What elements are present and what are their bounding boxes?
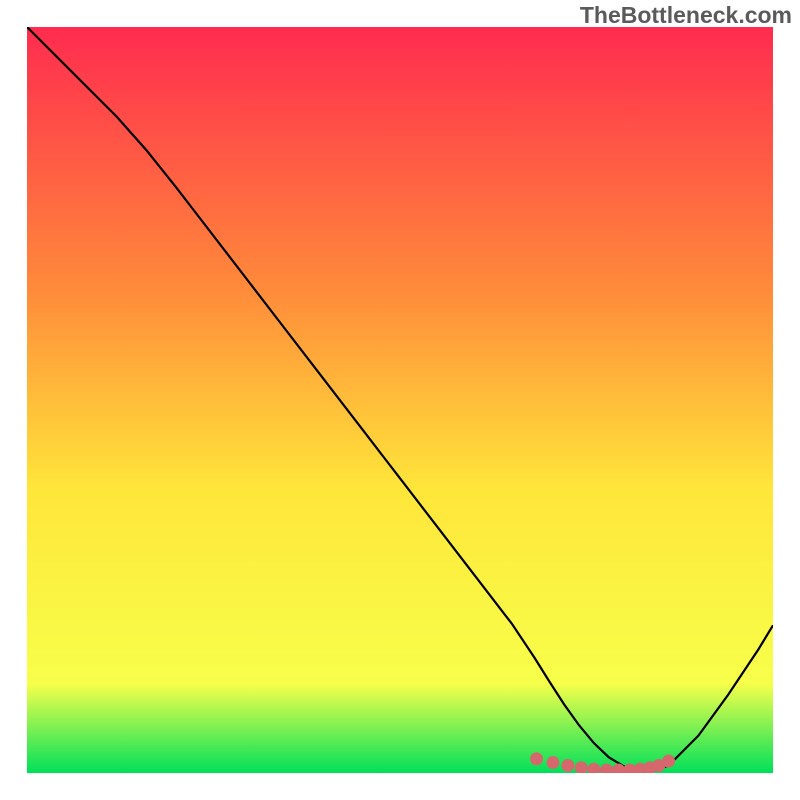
chart-svg: [27, 27, 773, 773]
marker-dot: [561, 759, 574, 772]
marker-dot: [530, 752, 543, 765]
marker-dot: [546, 756, 559, 769]
plot-area: [27, 27, 773, 773]
chart-container: TheBottleneck.com: [0, 0, 800, 800]
gradient-background: [27, 27, 773, 773]
marker-dot: [662, 755, 675, 768]
watermark-text: TheBottleneck.com: [580, 2, 792, 29]
